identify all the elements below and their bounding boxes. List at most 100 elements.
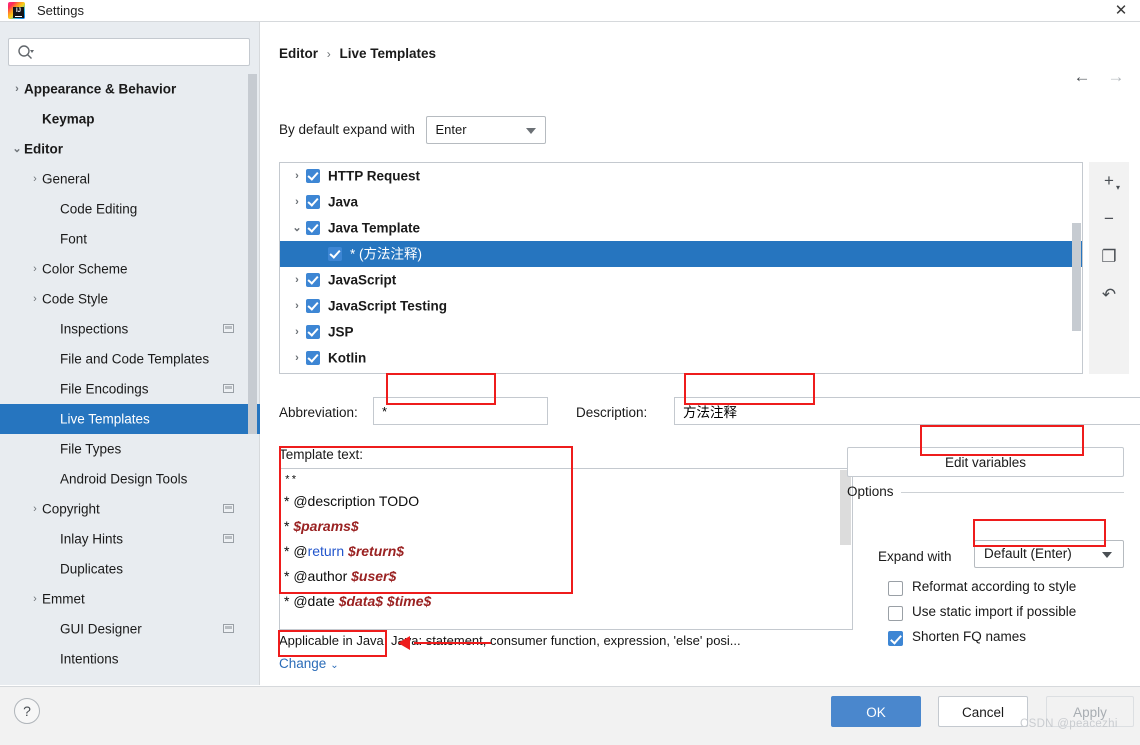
chevron-down-icon[interactable]: ⌄: [288, 215, 306, 241]
template-text-scroll-thumb[interactable]: [840, 470, 851, 545]
chevron-right-icon[interactable]: ›: [10, 74, 24, 104]
chevron-right-icon[interactable]: ›: [28, 164, 42, 194]
sidebar-item-copyright[interactable]: › Copyright: [0, 494, 260, 524]
sidebar-item-emmet[interactable]: › Emmet: [0, 584, 260, 614]
arrow-left-icon[interactable]: ←: [1071, 66, 1093, 88]
chevron-down-icon: [526, 128, 537, 134]
change-context-link[interactable]: Change ⌄: [279, 656, 339, 671]
change-label: Change: [279, 656, 327, 671]
copy-icon[interactable]: ❐: [1089, 238, 1129, 276]
checkbox[interactable]: [888, 581, 903, 596]
template-text-editor[interactable]: ** * @description TODO * $params$ * @return…: [279, 468, 839, 630]
template-row-label: Kotlin: [328, 350, 367, 366]
close-icon[interactable]: ✕: [1112, 2, 1130, 20]
chevron-right-icon[interactable]: ›: [28, 284, 42, 314]
help-button[interactable]: ?: [14, 698, 40, 724]
template-group-row[interactable]: * (方法注释): [280, 241, 1082, 267]
template-group-row[interactable]: › HTTP Request: [280, 163, 1082, 189]
template-checkbox[interactable]: [328, 247, 342, 262]
add-icon[interactable]: + ▾: [1089, 162, 1129, 200]
chevron-right-icon[interactable]: ›: [288, 345, 306, 371]
sidebar-item-gui-designer[interactable]: GUI Designer: [0, 614, 260, 644]
sidebar-item-inlay-hints[interactable]: Inlay Hints: [0, 524, 260, 554]
arrow-right-icon[interactable]: →: [1105, 66, 1127, 88]
description-input[interactable]: [675, 398, 1140, 424]
template-checkbox[interactable]: [306, 221, 320, 236]
settings-dialog: IJ Settings ✕ › Appearance & Behavior Key…: [0, 0, 1140, 745]
sidebar-item-file-and-code-templates[interactable]: File and Code Templates: [0, 344, 260, 374]
template-group-row[interactable]: › Kotlin: [280, 345, 1082, 371]
template-group-row[interactable]: ⌄ Java Template: [280, 215, 1082, 241]
sidebar-item-intentions[interactable]: Intentions: [0, 644, 260, 674]
abbreviation-field[interactable]: [373, 397, 548, 425]
chevron-down-icon: [1102, 552, 1112, 558]
chevron-right-icon[interactable]: ›: [288, 293, 306, 319]
sidebar-item-android-design-tools[interactable]: Android Design Tools: [0, 464, 260, 494]
sidebar-item-keymap[interactable]: Keymap: [0, 104, 260, 134]
template-group-row[interactable]: › Java: [280, 189, 1082, 215]
chevron-right-icon[interactable]: ›: [28, 254, 42, 284]
template-group-row[interactable]: › JSP: [280, 319, 1082, 345]
sidebar-scrollbar[interactable]: [248, 74, 257, 434]
sidebar-item-color-scheme[interactable]: › Color Scheme: [0, 254, 260, 284]
template-checkbox[interactable]: [306, 169, 320, 184]
option-label: Shorten FQ names: [912, 629, 1027, 644]
expand-with-dropdown[interactable]: Default (Enter): [974, 540, 1124, 568]
sidebar-item-live-templates[interactable]: Live Templates: [0, 404, 260, 434]
option-label: Reformat according to style: [912, 579, 1077, 594]
chevron-right-icon[interactable]: ›: [28, 584, 42, 614]
default-expand-dropdown[interactable]: Enter: [426, 116, 547, 144]
abbreviation-input[interactable]: [374, 398, 547, 424]
remove-icon[interactable]: −: [1089, 200, 1129, 238]
search-input[interactable]: [41, 39, 241, 65]
template-token: * @description TODO: [284, 493, 420, 509]
sidebar-item-editor[interactable]: ⌄ Editor: [0, 134, 260, 164]
chevron-right-icon[interactable]: ›: [288, 189, 306, 215]
sidebar-item-file-types[interactable]: File Types: [0, 434, 260, 464]
sidebar-item-file-encodings[interactable]: File Encodings: [0, 374, 260, 404]
sidebar-item-general[interactable]: › General: [0, 164, 260, 194]
sidebar-item-label: Duplicates: [60, 561, 124, 577]
template-checkbox[interactable]: [306, 351, 320, 366]
chevron-right-icon: [46, 224, 60, 254]
breadcrumb-root[interactable]: Editor: [279, 46, 318, 61]
template-checkbox[interactable]: [306, 195, 320, 210]
description-label: Description:: [576, 405, 648, 420]
template-text-line: **: [284, 473, 839, 489]
chevron-right-icon: [46, 644, 60, 674]
chevron-right-icon[interactable]: ›: [288, 319, 306, 345]
chevron-right-icon: [46, 374, 60, 404]
chevron-right-icon[interactable]: ›: [28, 494, 42, 524]
description-field[interactable]: [674, 397, 1140, 425]
checkbox[interactable]: [888, 606, 903, 621]
chevron-down-icon[interactable]: ⌄: [10, 134, 24, 164]
sidebar-item-appearance-behavior[interactable]: › Appearance & Behavior: [0, 74, 260, 104]
template-checkbox[interactable]: [306, 299, 320, 314]
edit-variables-button[interactable]: Edit variables: [847, 447, 1124, 477]
sidebar-item-inspections[interactable]: Inspections: [0, 314, 260, 344]
options-title: Options: [847, 484, 894, 499]
cancel-button[interactable]: Cancel: [938, 696, 1028, 727]
chevron-right-icon: [46, 194, 60, 224]
chevron-right-icon[interactable]: ›: [288, 163, 306, 189]
sidebar-item-code-style[interactable]: › Code Style: [0, 284, 260, 314]
sidebar-item-code-editing[interactable]: Code Editing: [0, 194, 260, 224]
sidebar-item-duplicates[interactable]: Duplicates: [0, 554, 260, 584]
search-box[interactable]: [8, 38, 250, 66]
sidebar-item-label: Intentions: [60, 651, 119, 667]
ok-button[interactable]: OK: [831, 696, 921, 727]
checkbox[interactable]: [888, 631, 903, 646]
template-checkbox[interactable]: [306, 273, 320, 288]
chevron-right-icon: [46, 404, 60, 434]
template-group-row[interactable]: › JavaScript: [280, 267, 1082, 293]
chevron-right-icon[interactable]: ›: [288, 267, 306, 293]
expand-with-label: Expand with: [878, 549, 952, 564]
revert-icon[interactable]: ↶: [1089, 276, 1129, 314]
template-checkbox[interactable]: [306, 325, 320, 340]
sidebar-item-label: Code Editing: [60, 201, 138, 217]
sidebar-item-label: Inlay Hints: [60, 531, 124, 547]
sidebar-item-font[interactable]: Font: [0, 224, 260, 254]
template-token: $data$ $time$: [338, 593, 432, 609]
templates-tree-scrollbar[interactable]: [1072, 223, 1081, 331]
template-group-row[interactable]: › JavaScript Testing: [280, 293, 1082, 319]
